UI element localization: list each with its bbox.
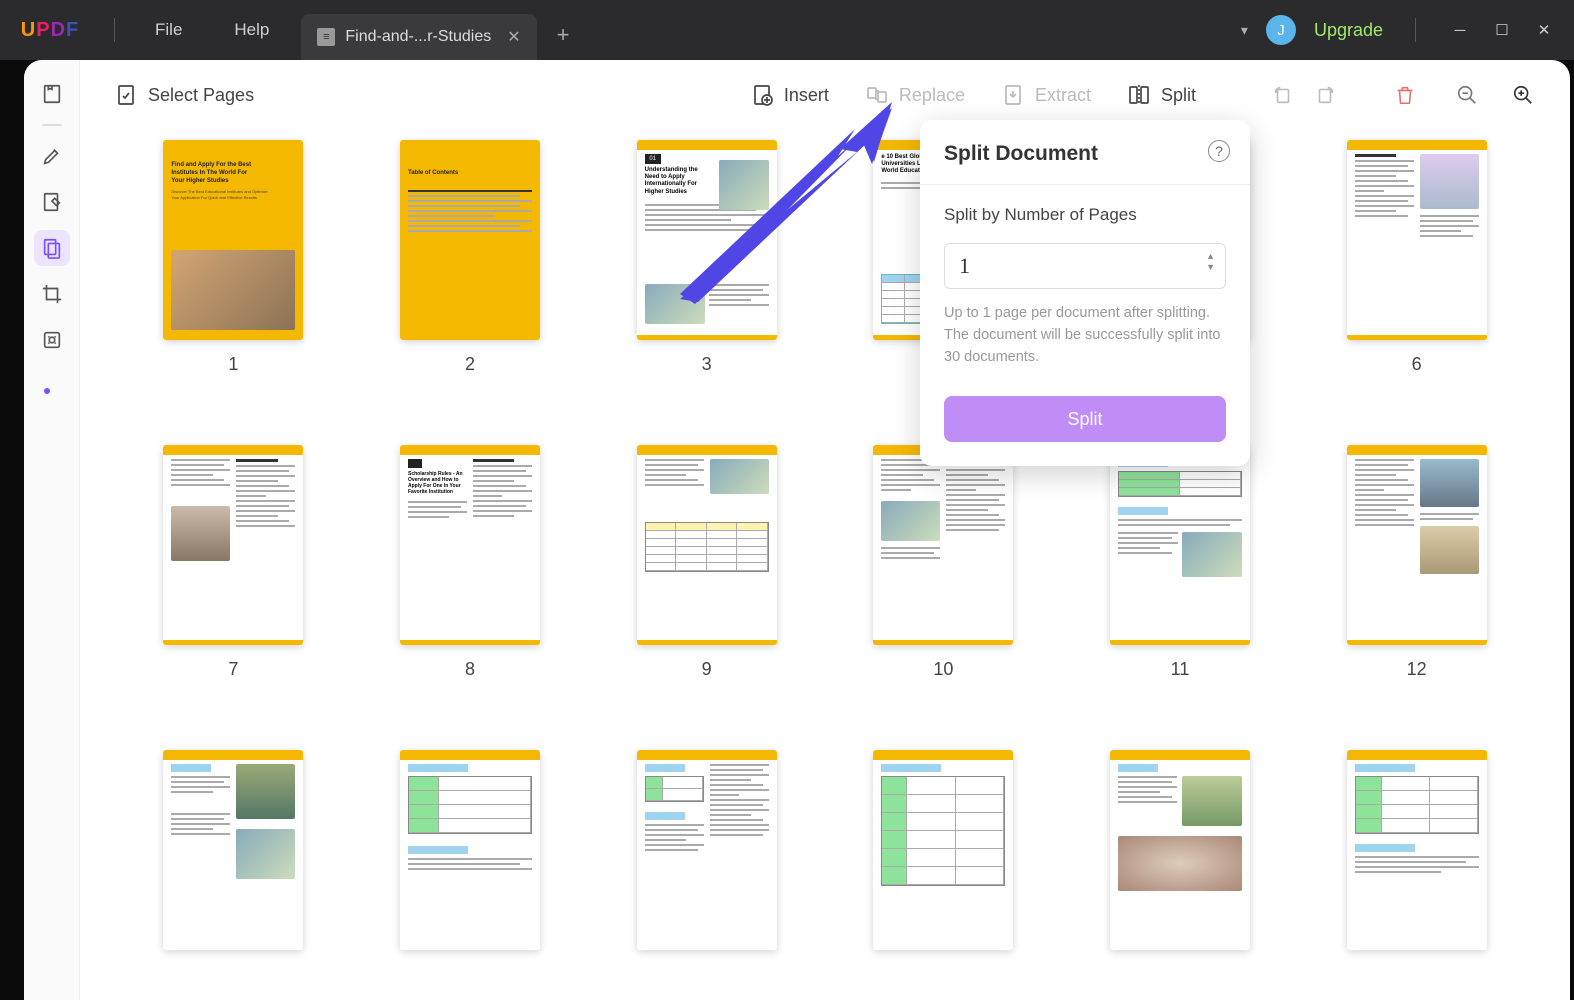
window-maximize-icon[interactable]: ☐ (1490, 21, 1514, 39)
pages-count-input[interactable] (959, 253, 1191, 279)
tabs: ≡ Find-and-...r-Studies ✕ + (301, 0, 589, 60)
page-thumbnail[interactable]: Table of Contents 2 (387, 140, 554, 375)
sidebar-reader-icon[interactable] (34, 76, 70, 112)
page-thumbnail[interactable]: 9 (623, 445, 790, 680)
insert-button[interactable]: Insert (736, 75, 843, 115)
page-number: 3 (702, 354, 712, 375)
thumbnail-grid: Find and Apply For the BestInstitutes In… (80, 130, 1570, 1000)
extract-button[interactable]: Extract (987, 75, 1105, 115)
separator (1415, 18, 1416, 42)
app-logo: UPDF (0, 19, 100, 42)
page-thumbnail[interactable]: Scholarship Rules - An Overview and How … (387, 445, 554, 680)
window-close-icon[interactable]: ✕ (1532, 21, 1556, 39)
page-thumbnail[interactable]: 6 (1333, 140, 1500, 375)
page-number: 1 (228, 354, 238, 375)
sidebar-tools-icon[interactable] (34, 322, 70, 358)
split-label: Split (1161, 85, 1196, 106)
sidebar-organize-icon[interactable] (34, 230, 70, 266)
page-number: 9 (702, 659, 712, 680)
page-number: 6 (1412, 354, 1422, 375)
page-number: 7 (228, 659, 238, 680)
page-thumbnail[interactable] (860, 750, 1027, 950)
help-icon[interactable]: ? (1208, 140, 1230, 162)
page-thumbnail[interactable]: 12 (1333, 445, 1500, 680)
active-indicator-dot (44, 388, 50, 394)
separator (42, 124, 62, 126)
replace-label: Replace (899, 85, 965, 106)
page-thumbnail[interactable]: 11 (1097, 445, 1264, 680)
page-thumbnail[interactable]: 10 (860, 445, 1027, 680)
user-avatar[interactable]: J (1266, 15, 1296, 45)
page-thumbnail[interactable]: Find and Apply For the BestInstitutes In… (150, 140, 317, 375)
tab-title: Find-and-...r-Studies (345, 28, 491, 46)
page-thumbnail[interactable] (387, 750, 554, 950)
rotate-right-icon[interactable] (1308, 78, 1342, 112)
page-thumbnail[interactable] (623, 750, 790, 950)
split-button[interactable]: Split (1113, 75, 1210, 115)
popup-title: Split Document (944, 142, 1226, 166)
pages-input-wrapper: ▲ ▼ (944, 243, 1226, 289)
page-thumbnail[interactable]: 7 (150, 445, 317, 680)
upgrade-link[interactable]: Upgrade (1314, 20, 1383, 41)
document-tab[interactable]: ≡ Find-and-...r-Studies ✕ (301, 14, 536, 60)
tab-doc-icon: ≡ (317, 28, 335, 46)
page-number: 10 (933, 659, 953, 680)
page-number: 11 (1171, 659, 1190, 680)
zoom-out-icon[interactable] (1450, 78, 1484, 112)
page-number: 8 (465, 659, 475, 680)
number-steppers: ▲ ▼ (1206, 252, 1215, 272)
select-pages-label: Select Pages (148, 85, 254, 106)
window-minimize-icon[interactable]: ─ (1448, 22, 1472, 39)
sidebar-edit-icon[interactable] (34, 184, 70, 220)
sidebar-highlight-icon[interactable] (34, 138, 70, 174)
new-tab-button[interactable]: + (537, 22, 590, 48)
toolbar: Select Pages Insert Replace Extract Spli… (80, 60, 1570, 130)
split-hint-text: Up to 1 page per document after splittin… (944, 303, 1226, 368)
page-thumbnail[interactable] (150, 750, 317, 950)
stepper-down-icon[interactable]: ▼ (1206, 263, 1215, 272)
rotate-left-icon[interactable] (1266, 78, 1300, 112)
separator (114, 18, 115, 42)
separator (920, 184, 1250, 185)
menu-help[interactable]: Help (208, 20, 295, 40)
left-sidebar (24, 60, 80, 1000)
page-thumbnail[interactable]: 01 Understanding the Need to Apply Inter… (623, 140, 790, 375)
split-document-popup: Split Document ? Split by Number of Page… (920, 120, 1250, 466)
stepper-up-icon[interactable]: ▲ (1206, 252, 1215, 261)
page-number: 12 (1407, 659, 1427, 680)
split-by-pages-label: Split by Number of Pages (944, 205, 1226, 225)
app-panel: Select Pages Insert Replace Extract Spli… (24, 60, 1570, 1000)
page-thumbnail[interactable] (1333, 750, 1500, 950)
page-number: 2 (465, 354, 475, 375)
tab-close-icon[interactable]: ✕ (507, 27, 520, 47)
chevron-down-icon[interactable]: ▾ (1241, 22, 1248, 39)
titlebar-right: ▾ J Upgrade ─ ☐ ✕ (1241, 15, 1574, 45)
titlebar: UPDF File Help ≡ Find-and-...r-Studies ✕… (0, 0, 1574, 60)
extract-label: Extract (1035, 85, 1091, 106)
replace-button[interactable]: Replace (851, 75, 979, 115)
page-thumbnail[interactable] (1097, 750, 1264, 950)
insert-label: Insert (784, 85, 829, 106)
select-pages-button[interactable]: Select Pages (100, 75, 268, 115)
zoom-in-icon[interactable] (1506, 78, 1540, 112)
split-confirm-button[interactable]: Split (944, 396, 1226, 442)
sidebar-crop-icon[interactable] (34, 276, 70, 312)
menu-file[interactable]: File (129, 20, 208, 40)
delete-icon[interactable] (1388, 78, 1422, 112)
main-area: Select Pages Insert Replace Extract Spli… (80, 60, 1570, 1000)
